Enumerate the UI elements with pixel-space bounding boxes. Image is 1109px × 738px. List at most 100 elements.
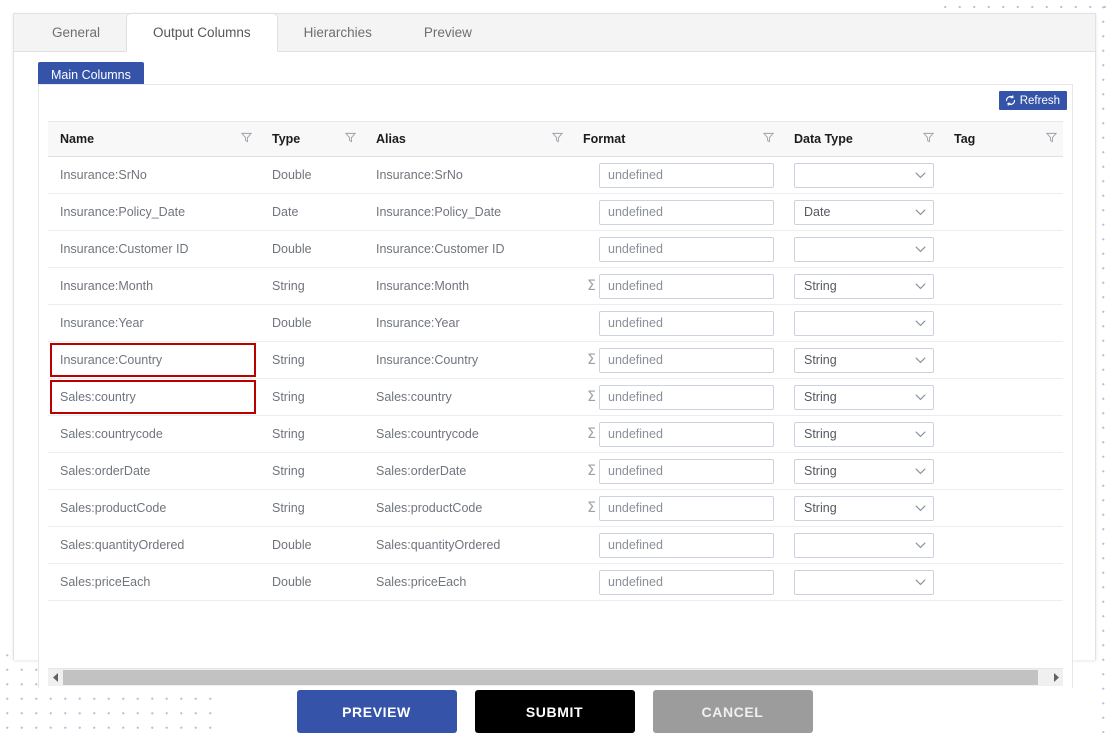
data-type-select[interactable]: String	[794, 458, 934, 484]
table-row[interactable]: Insurance:Month String Insurance:Month Σ Str…	[48, 267, 1063, 305]
scrollbar-thumb[interactable]	[63, 669, 1039, 685]
cell-tag[interactable]	[942, 230, 1063, 268]
format-input[interactable]	[599, 162, 774, 188]
data-type-select[interactable]: String	[794, 273, 934, 299]
cell-alias[interactable]: Sales:priceEach	[364, 563, 571, 601]
sigma-aggregate-icon[interactable]: Σ	[583, 390, 596, 404]
sigma-aggregate-icon[interactable]: Σ	[583, 427, 596, 441]
filter-funnel-icon[interactable]	[762, 132, 775, 146]
tab-preview[interactable]: Preview	[398, 13, 498, 51]
format-input[interactable]	[599, 569, 774, 595]
data-type-select[interactable]	[794, 532, 934, 558]
cell-name[interactable]: Insurance:Customer ID	[48, 230, 260, 268]
cell-alias[interactable]: Insurance:Year	[364, 304, 571, 342]
filter-funnel-icon[interactable]	[344, 132, 357, 146]
data-type-select[interactable]: String	[794, 384, 934, 410]
column-header-format[interactable]: Format	[571, 121, 782, 157]
cell-tag[interactable]	[942, 267, 1063, 305]
data-type-select[interactable]	[794, 162, 934, 188]
cell-tag[interactable]	[942, 452, 1063, 490]
table-row[interactable]: Sales:productCode String Sales:productCode…	[48, 489, 1063, 527]
table-row[interactable]: Sales:quantityOrdered Double Sales:quantit…	[48, 526, 1063, 564]
format-input[interactable]	[599, 384, 774, 410]
cell-tag[interactable]	[942, 341, 1063, 379]
column-header-tag[interactable]: Tag	[942, 121, 1063, 157]
format-input[interactable]	[599, 310, 774, 336]
cell-tag[interactable]	[942, 193, 1063, 231]
cancel-button[interactable]: CANCEL	[652, 690, 813, 733]
cell-name[interactable]: Insurance:SrNo	[48, 156, 260, 194]
preview-button[interactable]: PREVIEW	[296, 690, 457, 733]
cell-name[interactable]: Insurance:Policy_Date	[48, 193, 260, 231]
cell-name[interactable]: Sales:orderDate	[48, 452, 260, 490]
cell-alias[interactable]: Insurance:Policy_Date	[364, 193, 571, 231]
cell-alias[interactable]: Insurance:SrNo	[364, 156, 571, 194]
scroll-left-arrow[interactable]	[48, 668, 63, 686]
data-type-select[interactable]: String	[794, 347, 934, 373]
cell-alias[interactable]: Sales:productCode	[364, 489, 571, 527]
refresh-button[interactable]: Refresh	[998, 91, 1067, 110]
data-type-select[interactable]	[794, 310, 934, 336]
cell-tag[interactable]	[942, 526, 1063, 564]
data-type-select[interactable]	[794, 569, 934, 595]
filter-funnel-icon[interactable]	[922, 132, 935, 146]
cell-tag[interactable]	[942, 156, 1063, 194]
format-input[interactable]	[599, 532, 774, 558]
cell-name[interactable]: Insurance:Month	[48, 267, 260, 305]
table-row[interactable]: Insurance:SrNo Double Insurance:SrNo Σ	[48, 156, 1063, 194]
cell-tag[interactable]	[942, 378, 1063, 416]
cell-name[interactable]: Sales:quantityOrdered	[48, 526, 260, 564]
cell-alias[interactable]: Sales:orderDate	[364, 452, 571, 490]
table-row[interactable]: Sales:orderDate String Sales:orderDate Σ Str…	[48, 452, 1063, 490]
format-input[interactable]	[599, 347, 774, 373]
column-header-data-type[interactable]: Data Type	[782, 121, 942, 157]
tab-hierarchies[interactable]: Hierarchies	[278, 13, 398, 51]
table-row[interactable]: Sales:countrycode String Sales:countrycode…	[48, 415, 1063, 453]
table-row[interactable]: Insurance:Year Double Insurance:Year Σ	[48, 304, 1063, 342]
data-type-select[interactable]: Date	[794, 199, 934, 225]
sigma-aggregate-icon[interactable]: Σ	[583, 464, 596, 478]
sigma-aggregate-icon[interactable]: Σ	[583, 279, 596, 293]
filter-funnel-icon[interactable]	[240, 132, 253, 146]
cell-name[interactable]: Sales:country	[48, 378, 260, 416]
data-type-select[interactable]	[794, 236, 934, 262]
data-type-select[interactable]: String	[794, 495, 934, 521]
table-row[interactable]: Sales:country String Sales:country Σ String	[48, 378, 1063, 416]
column-header-alias[interactable]: Alias	[364, 121, 571, 157]
cell-tag[interactable]	[942, 563, 1063, 601]
scroll-right-arrow[interactable]	[1048, 668, 1063, 686]
cell-alias[interactable]: Insurance:Customer ID	[364, 230, 571, 268]
format-input[interactable]	[599, 273, 774, 299]
horizontal-scrollbar[interactable]	[48, 668, 1063, 686]
cell-alias[interactable]: Sales:countrycode	[364, 415, 571, 453]
cell-name[interactable]: Sales:productCode	[48, 489, 260, 527]
format-input[interactable]	[599, 236, 774, 262]
tab-general[interactable]: General	[26, 13, 126, 51]
filter-funnel-icon[interactable]	[1045, 132, 1058, 146]
cell-alias[interactable]: Insurance:Month	[364, 267, 571, 305]
sigma-aggregate-icon[interactable]: Σ	[583, 501, 596, 515]
filter-funnel-icon[interactable]	[551, 132, 564, 146]
data-type-select[interactable]: String	[794, 421, 934, 447]
scrollbar-track[interactable]	[63, 668, 1048, 686]
format-input[interactable]	[599, 458, 774, 484]
cell-alias[interactable]: Sales:quantityOrdered	[364, 526, 571, 564]
submit-button[interactable]: SUBMIT	[474, 690, 635, 733]
format-input[interactable]	[599, 199, 774, 225]
column-header-type[interactable]: Type	[260, 121, 364, 157]
cell-tag[interactable]	[942, 489, 1063, 527]
cell-alias[interactable]: Sales:country	[364, 378, 571, 416]
cell-name[interactable]: Insurance:Country	[48, 341, 260, 379]
cell-name[interactable]: Sales:priceEach	[48, 563, 260, 601]
sigma-aggregate-icon[interactable]: Σ	[583, 353, 596, 367]
cell-name[interactable]: Sales:countrycode	[48, 415, 260, 453]
cell-name[interactable]: Insurance:Year	[48, 304, 260, 342]
cell-tag[interactable]	[942, 304, 1063, 342]
format-input[interactable]	[599, 421, 774, 447]
cell-tag[interactable]	[942, 415, 1063, 453]
format-input[interactable]	[599, 495, 774, 521]
tab-output-columns[interactable]: Output Columns	[126, 13, 278, 52]
table-row[interactable]: Insurance:Country String Insurance:Country…	[48, 341, 1063, 379]
column-header-name[interactable]: Name	[48, 121, 260, 157]
table-row[interactable]: Insurance:Policy_Date Date Insurance:Polic…	[48, 193, 1063, 231]
